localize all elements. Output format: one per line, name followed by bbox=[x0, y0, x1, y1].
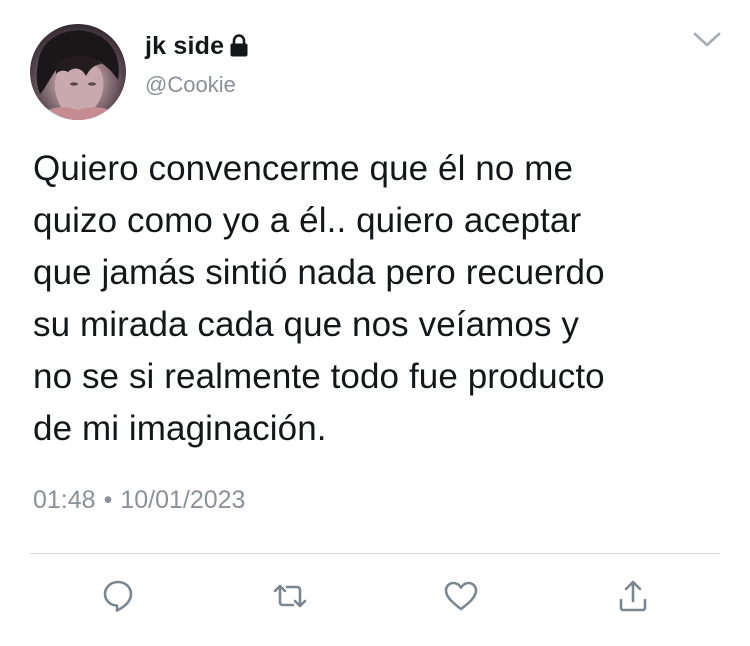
display-name[interactable]: jk side bbox=[145, 32, 224, 61]
divider bbox=[30, 553, 720, 554]
avatar-image bbox=[36, 30, 122, 120]
retweet-icon bbox=[271, 581, 309, 616]
timestamp-separator: • bbox=[103, 486, 113, 514]
lock-icon bbox=[228, 34, 250, 58]
user-handle[interactable]: @Cookie bbox=[145, 72, 236, 98]
reply-button[interactable] bbox=[98, 578, 138, 618]
tweet-time: 01:48 bbox=[33, 486, 96, 514]
chevron-down-icon[interactable] bbox=[690, 28, 724, 52]
tweet-timestamp[interactable]: 01:48 • 10/01/2023 bbox=[33, 486, 245, 515]
tweet-date: 10/01/2023 bbox=[120, 486, 246, 514]
tweet-card: jk side @Cookie Quiero convencerme que é… bbox=[0, 0, 750, 646]
share-button[interactable] bbox=[613, 578, 653, 618]
retweet-button[interactable] bbox=[270, 578, 310, 618]
display-name-row[interactable]: jk side bbox=[145, 30, 250, 62]
tweet-actions bbox=[0, 578, 750, 618]
avatar[interactable] bbox=[30, 24, 126, 120]
reply-icon bbox=[102, 579, 134, 618]
share-icon bbox=[617, 579, 649, 618]
heart-icon bbox=[443, 580, 479, 617]
like-button[interactable] bbox=[441, 578, 481, 618]
tweet-text: Quiero convencerme que él no me quizo co… bbox=[33, 149, 605, 448]
